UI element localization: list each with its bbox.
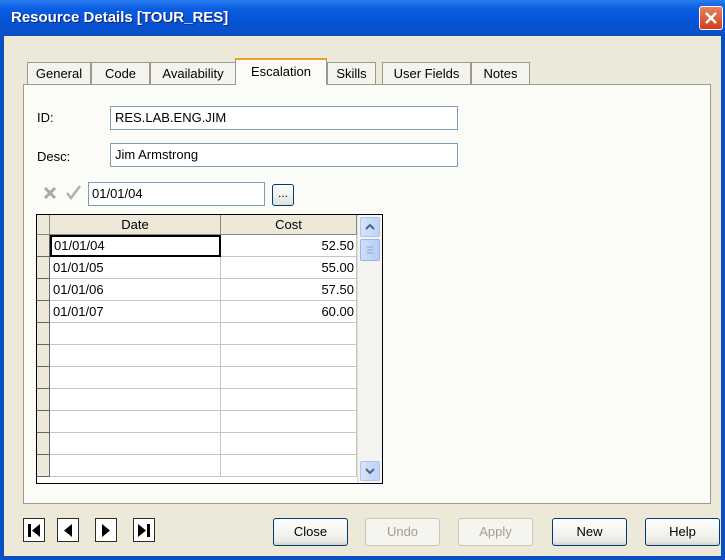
row-indicator[interactable] xyxy=(37,301,50,323)
grip-icon xyxy=(367,246,373,254)
resource-details-window: Resource Details [TOUR_RES] General Code… xyxy=(0,0,725,560)
date-cell[interactable] xyxy=(50,455,221,477)
row-indicator[interactable] xyxy=(37,455,50,477)
date-cell[interactable]: 01/01/04 xyxy=(50,235,221,257)
id-field[interactable]: RES.LAB.ENG.JIM xyxy=(110,106,458,130)
frame-left xyxy=(0,36,4,560)
date-cell[interactable]: 01/01/06 xyxy=(50,279,221,301)
desc-field[interactable]: Jim Armstrong xyxy=(110,143,458,167)
cost-cell[interactable] xyxy=(221,345,357,367)
date-cell[interactable]: 01/01/05 xyxy=(50,257,221,279)
cell-editor-input[interactable]: 01/01/04 xyxy=(88,182,265,206)
row-indicator[interactable] xyxy=(37,433,50,455)
column-header-date[interactable]: Date xyxy=(50,215,221,235)
scroll-thumb[interactable] xyxy=(360,239,380,261)
cost-cell[interactable] xyxy=(221,389,357,411)
cost-cell[interactable] xyxy=(221,367,357,389)
new-button[interactable]: New xyxy=(552,518,627,546)
next-record-icon xyxy=(102,524,110,537)
date-cell[interactable] xyxy=(50,411,221,433)
undo-button[interactable]: Undo xyxy=(365,518,440,546)
previous-record-button[interactable] xyxy=(57,518,79,542)
date-cell[interactable] xyxy=(50,433,221,455)
check-icon xyxy=(66,185,81,201)
row-indicator[interactable] xyxy=(37,323,50,345)
frame-right xyxy=(721,36,725,560)
close-icon xyxy=(705,12,717,24)
last-record-icon xyxy=(138,524,150,537)
frame-bottom xyxy=(0,556,725,560)
first-record-button[interactable] xyxy=(23,518,45,542)
cost-cell[interactable]: 60.00 xyxy=(221,301,357,323)
tab-availability[interactable]: Availability xyxy=(150,62,236,84)
grid-vertical-scrollbar[interactable] xyxy=(357,215,382,483)
next-record-button[interactable] xyxy=(95,518,117,542)
date-cell[interactable] xyxy=(50,389,221,411)
row-indicator[interactable] xyxy=(37,411,50,433)
close-button[interactable]: Close xyxy=(273,518,348,546)
row-indicator[interactable] xyxy=(37,279,50,301)
scroll-down-button[interactable] xyxy=(360,461,380,481)
chevron-up-icon xyxy=(365,223,375,230)
tab-skills[interactable]: Skills xyxy=(327,62,376,84)
row-indicator[interactable] xyxy=(37,235,50,257)
row-indicator[interactable] xyxy=(37,345,50,367)
cost-cell[interactable] xyxy=(221,455,357,477)
title-bar[interactable]: Resource Details [TOUR_RES] xyxy=(0,0,725,36)
ellipsis-button[interactable]: ... xyxy=(272,184,294,206)
grid-corner xyxy=(37,215,50,235)
last-record-button[interactable] xyxy=(133,518,155,542)
x-icon xyxy=(43,186,57,200)
date-cell[interactable] xyxy=(50,367,221,389)
cost-cell[interactable] xyxy=(221,411,357,433)
id-label: ID: xyxy=(37,110,54,125)
date-cell[interactable] xyxy=(50,345,221,367)
cost-cell[interactable]: 52.50 xyxy=(221,235,357,257)
date-cell[interactable]: 01/01/07 xyxy=(50,301,221,323)
tab-notes[interactable]: Notes xyxy=(471,62,530,84)
cost-cell[interactable] xyxy=(221,433,357,455)
row-indicator[interactable] xyxy=(37,257,50,279)
help-button[interactable]: Help xyxy=(645,518,720,546)
first-record-icon xyxy=(28,524,40,537)
cancel-edit-button[interactable] xyxy=(40,182,62,204)
apply-button[interactable]: Apply xyxy=(458,518,533,546)
scroll-up-button[interactable] xyxy=(360,217,380,237)
window-title: Resource Details [TOUR_RES] xyxy=(11,9,229,26)
prev-record-icon xyxy=(64,524,72,537)
tab-user-fields[interactable]: User Fields xyxy=(382,62,471,84)
cost-cell[interactable]: 55.00 xyxy=(221,257,357,279)
chevron-down-icon xyxy=(365,468,375,475)
tab-general[interactable]: General xyxy=(27,62,91,84)
date-cell[interactable] xyxy=(50,323,221,345)
row-indicator[interactable] xyxy=(37,367,50,389)
cost-cell[interactable]: 57.50 xyxy=(221,279,357,301)
escalation-grid: Date Cost 01/01/04 52.50 01/01/05 55.00 01/0… xyxy=(36,214,383,484)
window-close-button[interactable] xyxy=(699,6,723,30)
cost-cell[interactable] xyxy=(221,323,357,345)
tab-escalation[interactable]: Escalation xyxy=(235,58,327,85)
tab-code[interactable]: Code xyxy=(91,62,150,84)
column-header-cost[interactable]: Cost xyxy=(221,215,357,235)
desc-label: Desc: xyxy=(37,149,71,164)
row-indicator[interactable] xyxy=(37,389,50,411)
confirm-edit-button[interactable] xyxy=(63,182,85,204)
